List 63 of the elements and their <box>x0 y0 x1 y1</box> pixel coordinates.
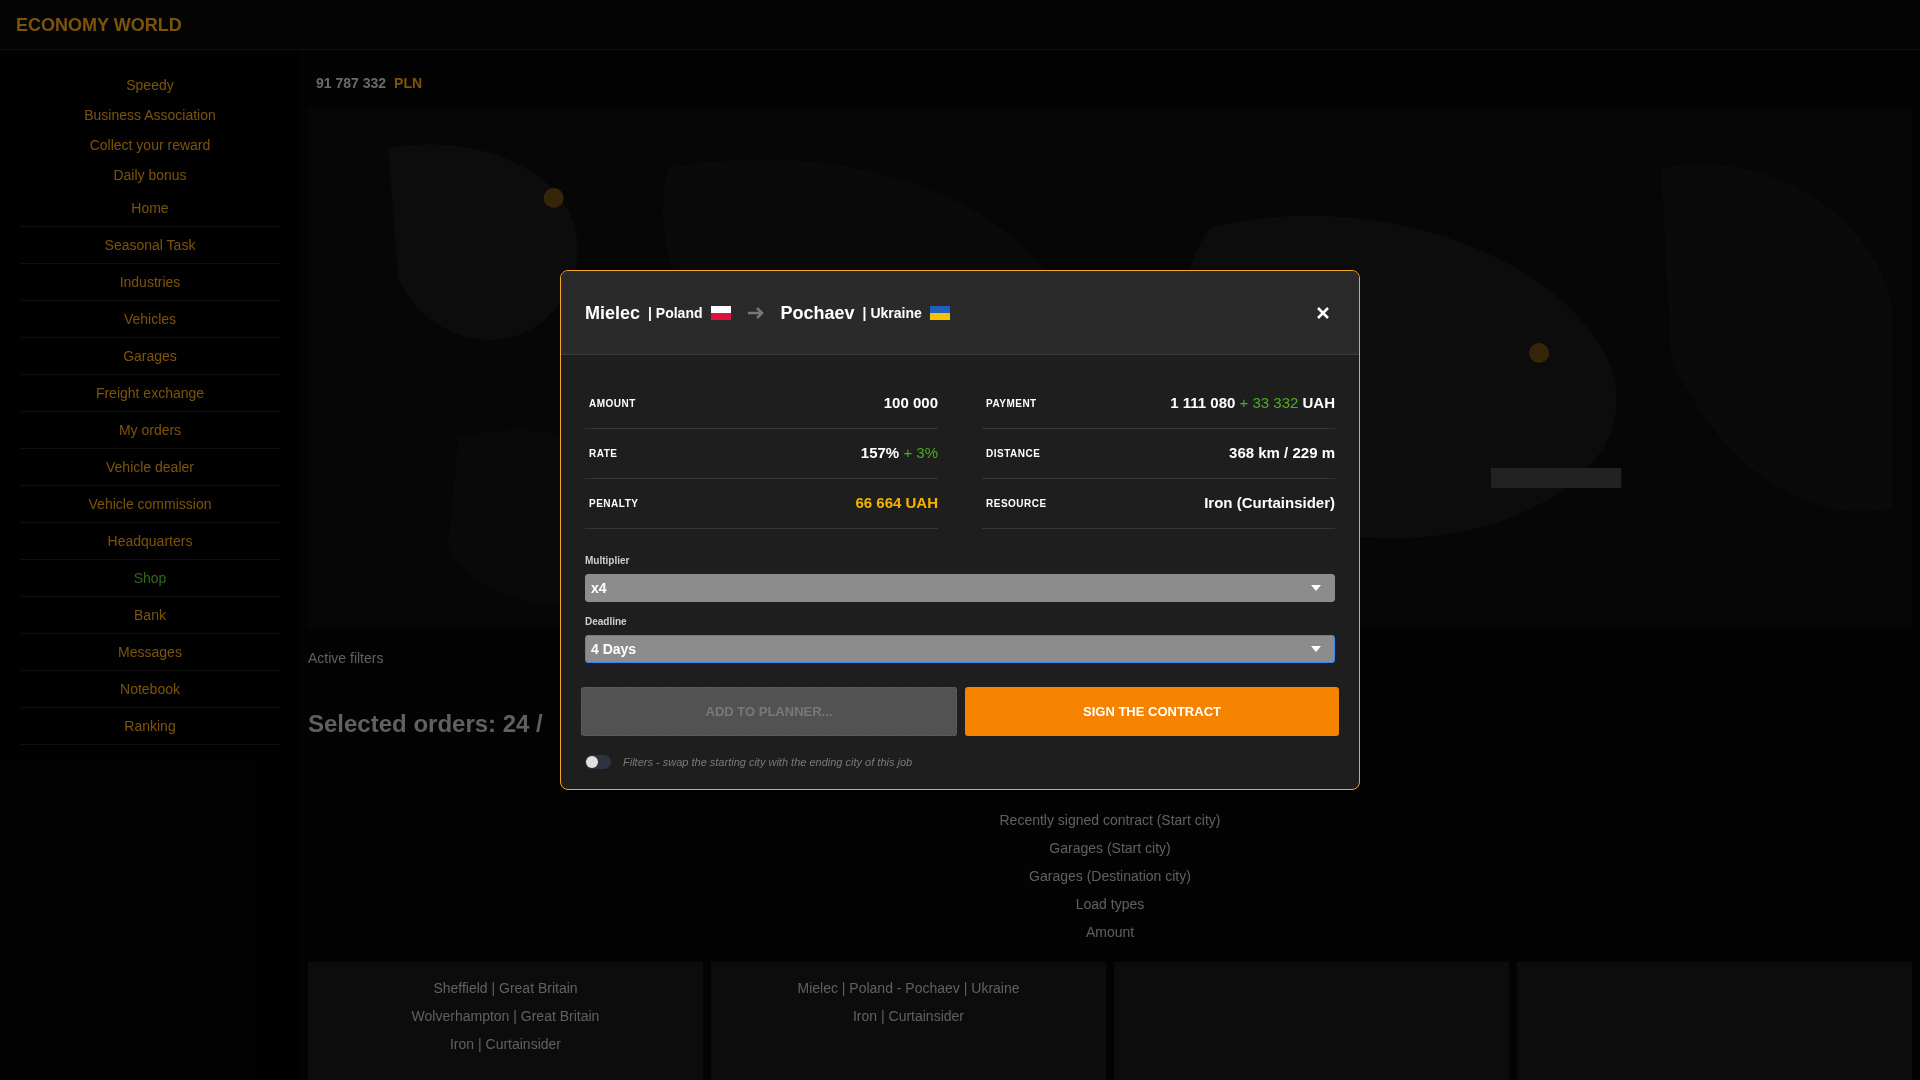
arrow-icon <box>746 305 765 320</box>
sidebar-item[interactable]: Speedy <box>20 70 280 100</box>
stat-value: 157% + 3% <box>860 443 938 464</box>
stat-label: DISTANCE <box>985 447 1041 461</box>
flag-icon <box>710 305 731 320</box>
sidebar-item[interactable]: Ranking <box>20 708 280 745</box>
section-title: Active filters <box>308 649 384 668</box>
stat-value: 1 111 080 + 33 332 UAH <box>1170 393 1335 414</box>
sidebar-item[interactable]: Shop <box>20 560 280 597</box>
stat-label: AMOUNT <box>588 397 636 411</box>
toggle-label: Filters - swap the starting city with the ending city of this job <box>623 755 913 770</box>
flag-icon <box>929 305 950 320</box>
selected-orders-title: Selected orders: 24 / <box>308 709 543 739</box>
stat-label: PAYMENT <box>985 397 1037 411</box>
filter-label: Garages (Start city) <box>1049 839 1171 858</box>
close-icon <box>1316 305 1330 320</box>
sidebar-item[interactable]: My orders <box>20 412 280 449</box>
card-text: Sheffield | Great Britain <box>433 979 578 998</box>
toggle-switch[interactable] <box>585 755 611 770</box>
sidebar-item[interactable]: Industries <box>20 264 280 301</box>
sidebar-item[interactable]: Notebook <box>20 671 280 708</box>
caret-icon <box>1311 585 1321 591</box>
sidebar-item[interactable]: Headquarters <box>20 523 280 560</box>
filter-label: Garages (Destination city) <box>1029 867 1191 886</box>
currency: PLN <box>394 74 423 93</box>
origin-city: Mielec <box>585 301 641 325</box>
caret-icon <box>1311 646 1321 652</box>
sidebar-item[interactable]: Bank <box>20 597 280 634</box>
sidebar-item[interactable]: Garages <box>20 338 280 375</box>
select-field[interactable]: x4 <box>585 574 1335 602</box>
field-label: Multiplier <box>585 554 631 568</box>
stat-label: RATE <box>588 447 618 461</box>
sidebar-item[interactable]: Vehicle commission <box>20 486 280 523</box>
filter-label: Amount <box>1085 923 1135 942</box>
stat-label: PENALTY <box>588 497 639 511</box>
filter-label: Recently signed contract (Start city) <box>999 811 1221 830</box>
stat-value: 100 000 <box>883 393 938 414</box>
card-text: Mielec | Poland - Pochaev | Ukraine <box>797 979 1020 998</box>
field-label: Deadline <box>585 615 628 629</box>
sidebar-item[interactable]: Vehicle dealer <box>20 449 280 486</box>
sidebar-item[interactable]: Messages <box>20 634 280 671</box>
destination-city: Pochaev <box>780 301 855 325</box>
sidebar-item[interactable]: Collect your reward <box>20 130 280 160</box>
stat-value: Iron (Curtainsider) <box>1204 493 1335 514</box>
card-text: Iron | Curtainsider <box>450 1035 561 1054</box>
balance: 91 787 332 <box>316 74 387 93</box>
stat-value: 66 664 UAH <box>855 493 938 514</box>
sidebar-item[interactable]: Seasonal Task <box>20 227 280 264</box>
origin-country: | Poland <box>648 303 703 323</box>
filter-label: Load types <box>1075 895 1145 914</box>
sidebar-item[interactable]: Business Association <box>20 100 280 130</box>
destination-country: | Ukraine <box>862 303 922 323</box>
sidebar-item[interactable]: Vehicles <box>20 301 280 338</box>
sign-contract-button[interactable]: SIGN THE CONTRACT <box>965 687 1339 736</box>
card-text: Wolverhampton | Great Britain <box>411 1007 600 1026</box>
sidebar-item[interactable]: Freight exchange <box>20 375 280 412</box>
sidebar-item[interactable]: Home <box>20 190 280 227</box>
select-field[interactable]: 4 Days <box>585 635 1335 663</box>
sidebar-item[interactable]: Daily bonus <box>20 160 280 190</box>
card-text: Iron | Curtainsider <box>853 1007 964 1026</box>
app-title: ECONOMY WORLD <box>16 13 182 37</box>
stat-label: RESOURCE <box>985 497 1047 511</box>
stat-value: 368 km / 229 m <box>1229 443 1335 464</box>
